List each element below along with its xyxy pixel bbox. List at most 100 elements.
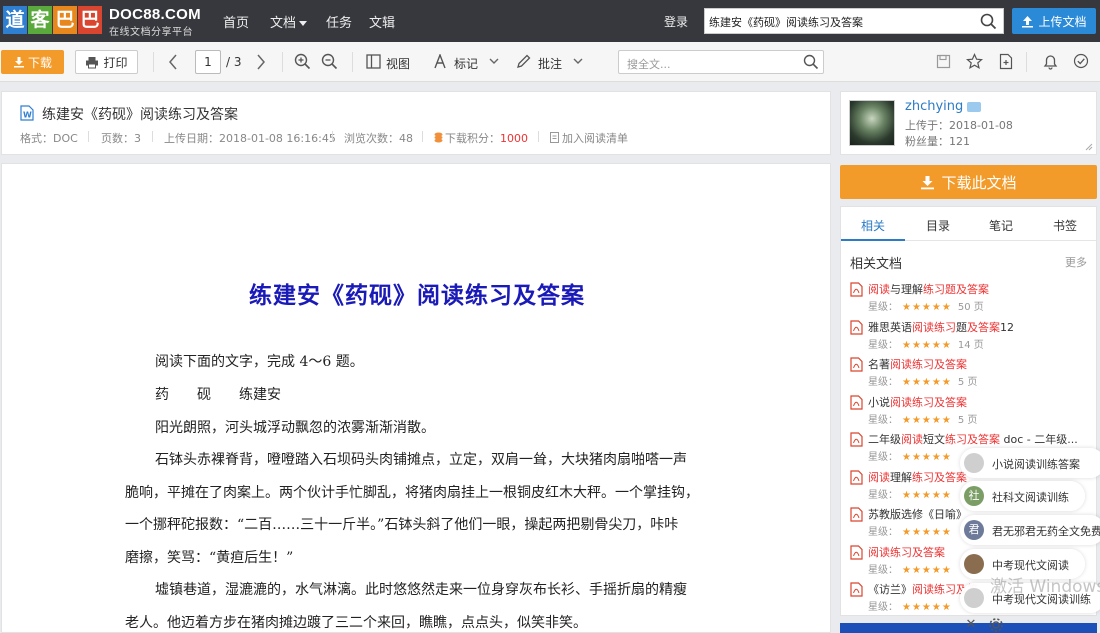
related-doc-title-part: 《访兰》 [868, 583, 912, 596]
pdf-icon [850, 357, 863, 372]
gear-icon[interactable] [988, 617, 1010, 633]
zoom-out-icon[interactable] [321, 53, 338, 70]
doc-pages: 页数：3 [101, 132, 141, 145]
bell-icon[interactable] [1043, 53, 1058, 70]
star-label: 星级： [868, 377, 898, 388]
active-tab-indicator [841, 239, 905, 241]
related-doc-item[interactable]: 阅读与理解练习题及答案 星级： ★★★★★ 50 页 [850, 281, 1095, 318]
related-doc-title[interactable]: 阅读练习及答案 [868, 544, 945, 560]
popup-item[interactable]: 社 社科文阅读训练 [960, 481, 1085, 511]
divider [332, 131, 333, 142]
pdf-icon [850, 469, 863, 485]
nav-tasks[interactable]: 任务 [326, 12, 352, 31]
doc-toolbar: 下载 打印 1 / 3 视图 标记 批注 搜全文... [0, 42, 1100, 82]
popup-item-label: 君无邪君无药全文免费 [992, 525, 1100, 538]
avatar[interactable] [849, 100, 895, 146]
close-icon[interactable]: ✕ [961, 617, 981, 633]
header-search-input[interactable]: 练建安《药砚》阅读练习及答案 [704, 8, 1004, 34]
related-doc-item[interactable]: 小说阅读练习及答案 星级： ★★★★★ 5 页 [850, 394, 1095, 431]
tab-notes[interactable]: 笔记 [989, 217, 1013, 234]
related-doc-title-part: 练习及答案 [912, 470, 967, 484]
popup-item-icon: 君 [964, 520, 984, 540]
download-document-button[interactable]: 下载此文档 [840, 165, 1097, 199]
tab-bookmarks[interactable]: 书签 [1053, 217, 1077, 234]
related-doc-title-part: 二年级 [868, 433, 901, 446]
mark-menu[interactable]: 标记 [454, 55, 478, 72]
divider [282, 52, 283, 72]
download-icon [13, 57, 24, 68]
popup-item-icon [964, 453, 984, 473]
related-doc-title[interactable]: 苏教版选修《日喻》 [868, 506, 967, 522]
more-link[interactable]: 更多 [1065, 254, 1087, 270]
printer-icon [86, 56, 99, 68]
related-doc-title[interactable]: 名著阅读练习及答案 [868, 356, 967, 372]
related-doc-item[interactable]: 雅思英语阅读练习题及答案12 星级： ★★★★★ 14 页 [850, 319, 1095, 356]
add-to-reading-list[interactable]: 加入阅读清单 [550, 130, 628, 146]
related-doc-title[interactable]: 阅读理解练习及答案 [868, 469, 967, 485]
popup-item[interactable]: 君 君无邪君无药全文免费 [960, 515, 1100, 545]
add-to-list-label: 加入阅读清单 [562, 132, 628, 145]
page-number-input[interactable]: 1 [195, 50, 221, 74]
related-doc-item[interactable]: 名著阅读练习及答案 星级： ★★★★★ 5 页 [850, 356, 1095, 393]
print-button[interactable]: 打印 [75, 50, 138, 74]
uploader-name[interactable]: zhchying [905, 99, 963, 114]
related-doc-title[interactable]: 雅思英语阅读练习题及答案12 [868, 319, 1014, 335]
zoom-in-icon[interactable] [294, 53, 311, 70]
save-icon[interactable] [936, 54, 951, 69]
related-doc-title-part: 题 [956, 320, 967, 334]
star-rating-icon: ★★★★★ [902, 339, 952, 351]
logo-char: 客 [28, 6, 52, 34]
chevron-down-icon[interactable] [573, 58, 583, 65]
toolbar-download-button[interactable]: 下载 [1, 50, 64, 74]
paragraph-line: 老人。他迈着方步在猪肉摊边踱了三二个来回，瞧瞧，点点头，似笑非笑。 [125, 615, 587, 631]
nav-home[interactable]: 首页 [223, 12, 249, 31]
divider [422, 131, 423, 142]
mark-icon[interactable] [433, 54, 447, 69]
popup-item-icon: 社 [964, 486, 984, 506]
nav-docs[interactable]: 文档 [270, 12, 308, 31]
related-doc-title[interactable]: 二年级阅读短文练习及答案 doc - 二年级... [868, 431, 1078, 447]
next-page-icon[interactable] [256, 54, 266, 70]
related-doc-rating: 星级： ★★★★★ 5 页 [868, 373, 977, 388]
nav-wenji[interactable]: 文辑 [369, 12, 395, 31]
doc-title: 练建安《药砚》阅读练习及答案 [42, 107, 238, 123]
annotate-menu[interactable]: 批注 [538, 55, 562, 72]
print-label: 打印 [103, 55, 128, 70]
doc-format: 格式：DOC [20, 132, 78, 145]
tab-contents[interactable]: 目录 [926, 217, 950, 234]
upload-button[interactable]: 上传文档 [1012, 8, 1096, 34]
fulltext-search-placeholder: 搜全文... [627, 58, 671, 71]
related-doc-title[interactable]: 小说阅读练习及答案 [868, 394, 967, 410]
popup-item[interactable]: 小说阅读训练答案 [960, 448, 1100, 478]
related-doc-title-part: 雅思英语 [868, 320, 912, 334]
paragraph-line: 磨擦，笑骂：“黄疸后生！” [125, 550, 294, 566]
pdf-icon [850, 507, 863, 522]
add-document-icon[interactable] [999, 53, 1013, 70]
doc-points-value: 1000 [500, 132, 528, 145]
star-label: 星级： [868, 489, 898, 501]
paragraph-line: 墟镇巷道，湿漉漉的，水气淋漓。此时悠悠然走来一位身穿灰布长衫、手摇折扇的精瘦 [155, 582, 687, 598]
site-logo[interactable]: 道 客 巴 巴 [3, 6, 103, 34]
check-circle-icon[interactable] [1073, 53, 1089, 69]
related-doc-rating: 星级： ★★★★★ 14 页 [868, 336, 984, 351]
popup-item-icon [964, 554, 984, 574]
star-icon[interactable] [966, 53, 983, 70]
pen-icon[interactable] [516, 54, 531, 69]
star-rating-icon: ★★★★★ [902, 489, 952, 501]
related-doc-title[interactable]: 阅读与理解练习题及答案 [868, 281, 989, 297]
doc-upload-date: 上传日期：2018-01-08 16:16:45 [164, 132, 336, 145]
doc-views: 浏览次数：48 [344, 132, 413, 145]
view-menu[interactable]: 视图 [386, 55, 410, 72]
word-file-icon: W [20, 105, 34, 121]
tab-related[interactable]: 相关 [861, 217, 885, 234]
star-label: 星级： [868, 564, 898, 576]
prev-page-icon[interactable] [168, 54, 178, 70]
chevron-down-icon[interactable] [489, 58, 499, 65]
search-icon[interactable] [803, 54, 819, 70]
search-icon[interactable] [980, 13, 997, 30]
view-icon[interactable] [366, 54, 381, 69]
login-link[interactable]: 登录 [664, 13, 688, 30]
toolbar-download-label: 下载 [27, 55, 52, 70]
fulltext-search-input[interactable]: 搜全文... [618, 50, 824, 74]
upload-icon [1022, 15, 1034, 27]
